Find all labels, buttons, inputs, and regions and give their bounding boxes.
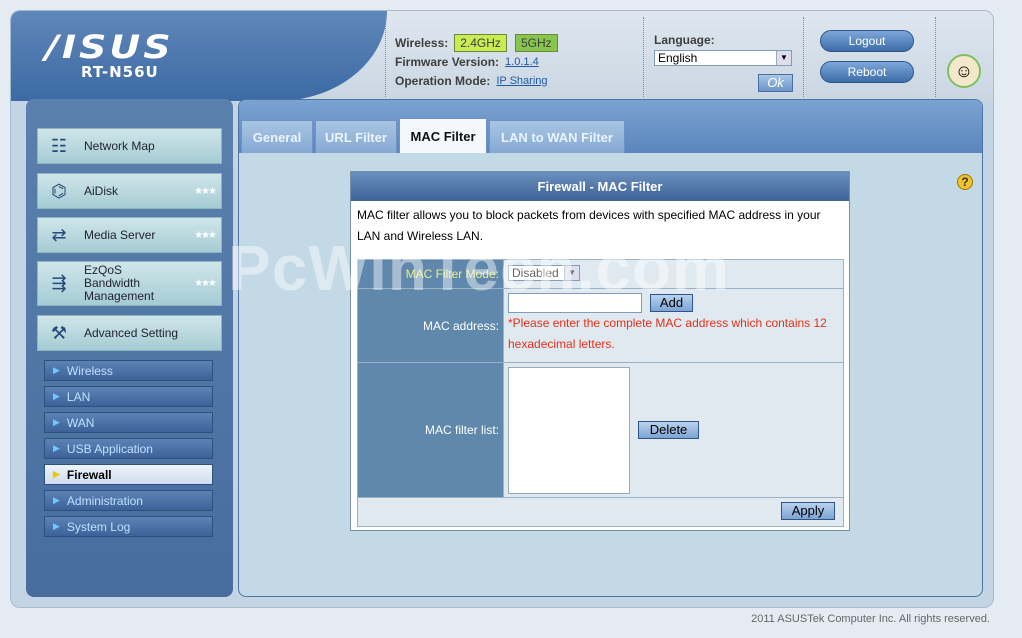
- tab-lan-to-wan-filter[interactable]: LAN to WAN Filter: [489, 120, 625, 153]
- submenu-label: Firewall: [66, 467, 112, 482]
- sidebar-item-label: Media Server: [84, 227, 156, 242]
- submenu-lan[interactable]: ▶ LAN: [44, 386, 213, 407]
- band-5ghz-badge[interactable]: 5GHz: [514, 33, 558, 52]
- submenu-label: WAN: [66, 415, 95, 430]
- mac-address-warning: *Please enter the complete MAC address w…: [508, 316, 827, 351]
- submenu-label: USB Application: [66, 441, 153, 456]
- sidebar-item-media-server[interactable]: ⇄ Media Server ★★★: [37, 217, 222, 253]
- submenu-usb-application[interactable]: ▶ USB Application: [44, 438, 213, 459]
- sidebar-item-label: EzQoS Bandwidth Management: [84, 263, 155, 303]
- brand-logo: /ISUS: [45, 28, 174, 66]
- sidebar-item-ezqos[interactable]: ⇶ EzQoS Bandwidth Management ★★★: [37, 261, 222, 306]
- submenu-wireless[interactable]: ▶ Wireless: [44, 360, 213, 381]
- mac-filter-mode-label: MAC Filter Mode:: [358, 260, 504, 288]
- tab-bar: General URL Filter MAC Filter LAN to WAN…: [239, 100, 982, 153]
- mac-address-cell: Add *Please enter the complete MAC addre…: [504, 289, 843, 362]
- mode-cell: Disabled ▼: [504, 260, 843, 288]
- divider: [803, 17, 804, 97]
- submenu-label: System Log: [66, 519, 131, 534]
- submenu-label: LAN: [66, 389, 91, 404]
- mac-filter-mode-value: Disabled: [512, 266, 559, 280]
- ezqos-icon: ⇶: [51, 273, 67, 293]
- status-info: Wireless: 2.4GHz 5GHz Firmware Version: …: [395, 33, 566, 90]
- submenu-label: Wireless: [66, 363, 113, 378]
- divider: [385, 17, 386, 97]
- submenu-administration[interactable]: ▶ Administration: [44, 490, 213, 511]
- divider: [643, 17, 644, 97]
- play-arrow-icon: ▶: [53, 417, 60, 427]
- aidisk-icon: ⌬: [51, 180, 67, 201]
- sidebar-item-aidisk[interactable]: ⌬ AiDisk ★★★: [37, 173, 222, 209]
- advanced-setting-icon: ⚒: [50, 322, 68, 343]
- reboot-button[interactable]: Reboot: [820, 61, 914, 83]
- add-button[interactable]: Add: [650, 294, 693, 312]
- mac-filter-form: MAC Filter Mode: Disabled ▼ MAC address:…: [357, 259, 844, 527]
- firmware-version-link[interactable]: 1.0.1.4: [505, 56, 539, 68]
- operation-mode-link[interactable]: IP Sharing: [496, 75, 547, 87]
- play-arrow-icon: ▶: [53, 469, 60, 479]
- router-admin-window: /ISUS RT-N56U Wireless: 2.4GHz 5GHz Firm…: [10, 10, 994, 608]
- model-name: RT-N56U: [81, 63, 159, 81]
- panel-title: Firewall - MAC Filter: [351, 172, 849, 201]
- mac-filter-panel: Firewall - MAC Filter MAC filter allows …: [350, 171, 850, 531]
- sidebar-item-network-map[interactable]: ☷ Network Map: [37, 128, 222, 164]
- stars-icon: ★★★: [194, 229, 217, 241]
- band-24ghz-badge[interactable]: 2.4GHz: [454, 33, 507, 52]
- main-content: General URL Filter MAC Filter LAN to WAN…: [238, 99, 983, 597]
- mac-filter-mode-select[interactable]: Disabled ▼: [508, 265, 580, 281]
- mac-filter-listbox[interactable]: [508, 366, 630, 494]
- sidebar-item-label: Network Map: [84, 138, 155, 153]
- brand-area: /ISUS RT-N56U: [11, 11, 387, 101]
- media-server-icon: ⇄: [51, 224, 67, 245]
- copyright-footer: 2011 ASUSTek Computer Inc. All rights re…: [751, 613, 990, 625]
- language-select[interactable]: English ▼: [654, 50, 792, 66]
- play-arrow-icon: ▶: [53, 495, 60, 505]
- firmware-label: Firmware Version:: [395, 54, 500, 69]
- mac-address-input[interactable]: [508, 293, 642, 313]
- language-ok-button[interactable]: Ok: [758, 74, 793, 92]
- submenu-wan[interactable]: ▶ WAN: [44, 412, 213, 433]
- stars-icon: ★★★: [194, 278, 217, 289]
- chevron-down-icon: ▼: [776, 51, 791, 65]
- sidebar-item-label: Advanced Setting: [84, 325, 179, 340]
- chevron-down-icon: ▼: [564, 266, 579, 280]
- network-map-icon: ☷: [50, 135, 68, 156]
- sidebar-item-advanced-setting[interactable]: ⚒ Advanced Setting: [37, 315, 222, 351]
- mode-row: MAC Filter Mode: Disabled ▼: [358, 260, 843, 289]
- mac-address-label: MAC address:: [358, 289, 504, 362]
- mac-filter-list-cell: Delete: [504, 363, 843, 497]
- play-arrow-icon: ▶: [53, 365, 60, 375]
- tab-general[interactable]: General: [241, 120, 313, 153]
- delete-button[interactable]: Delete: [638, 421, 699, 439]
- play-arrow-icon: ▶: [53, 521, 60, 531]
- mac-filter-list-label: MAC filter list:: [358, 363, 504, 497]
- tab-mac-filter[interactable]: MAC Filter: [399, 118, 487, 153]
- apply-cell: Apply: [358, 498, 843, 526]
- mascot-avatar-icon: ☺: [947, 54, 981, 88]
- submenu-label: Administration: [66, 493, 143, 508]
- submenu-system-log[interactable]: ▶ System Log: [44, 516, 213, 537]
- language-section: Language: English ▼: [654, 33, 792, 66]
- sidebar-item-label: AiDisk: [84, 183, 119, 198]
- play-arrow-icon: ▶: [53, 443, 60, 453]
- help-icon[interactable]: ?: [957, 174, 973, 190]
- apply-row: Apply: [358, 498, 843, 526]
- header: /ISUS RT-N56U Wireless: 2.4GHz 5GHz Firm…: [11, 11, 993, 101]
- wireless-label: Wireless:: [395, 35, 449, 50]
- language-value: English: [658, 51, 698, 65]
- panel-description: MAC filter allows you to block packets f…: [357, 208, 821, 243]
- divider: [935, 17, 936, 97]
- submenu-firewall[interactable]: ▶ Firewall: [44, 464, 213, 485]
- mac-address-row: MAC address: Add *Please enter the compl…: [358, 289, 843, 363]
- logout-button[interactable]: Logout: [820, 30, 914, 52]
- stars-icon: ★★★: [194, 185, 217, 197]
- sidebar: ☷ Network Map ⌬ AiDisk ★★★ ⇄ Media Serve…: [26, 99, 233, 597]
- play-arrow-icon: ▶: [53, 391, 60, 401]
- mac-filter-list-row: MAC filter list: Delete: [358, 363, 843, 498]
- operation-mode-label: Operation Mode:: [395, 73, 491, 88]
- apply-button[interactable]: Apply: [781, 502, 835, 520]
- language-label: Language:: [654, 33, 715, 47]
- tab-url-filter[interactable]: URL Filter: [315, 120, 397, 153]
